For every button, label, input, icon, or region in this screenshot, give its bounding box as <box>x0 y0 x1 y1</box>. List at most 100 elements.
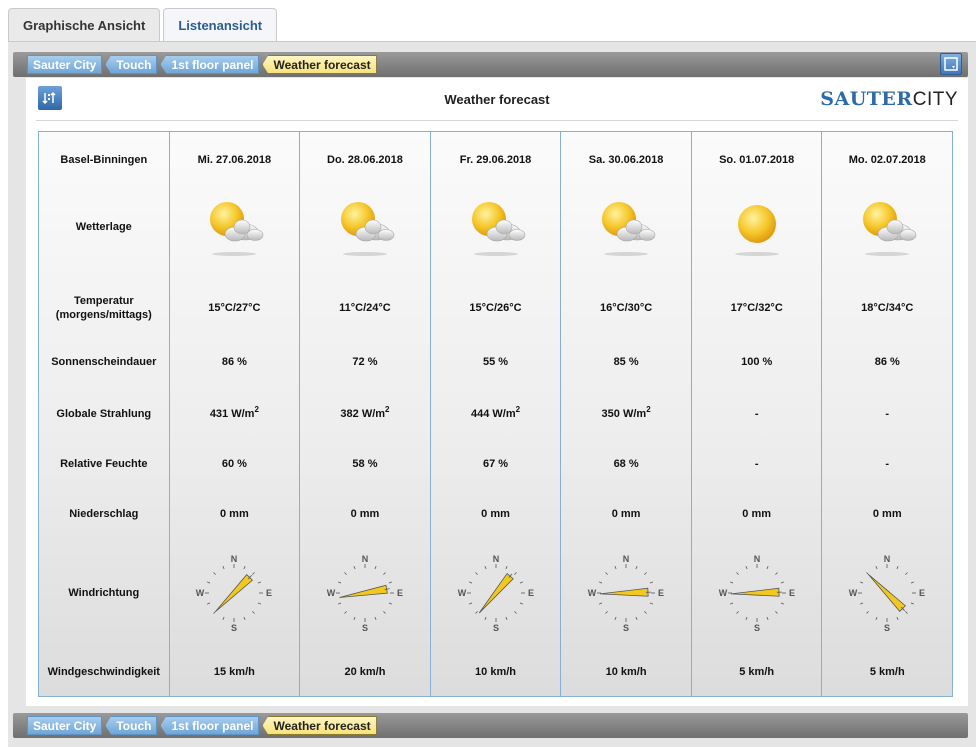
wind-direction-cell: N S W E <box>561 552 691 634</box>
day-date: Mi. 27.06.2018 <box>197 154 272 166</box>
weather-icon-cell <box>170 187 300 267</box>
svg-text:S: S <box>754 623 760 633</box>
weather-icon-cell <box>300 187 430 267</box>
day-column: So. 01.07.2018 17°C/32°C 100 % - - 0 mm N S W E 5 … <box>691 132 823 696</box>
wind-direction-cell: N S W E <box>300 552 430 634</box>
wind-compass-icon: N S W E <box>327 554 403 633</box>
precipitation-value: 0 mm <box>219 508 249 520</box>
sun-icon <box>734 205 779 256</box>
temperature-value: 11°C/24°C <box>339 302 391 314</box>
radiation-number: 350 <box>601 408 620 420</box>
temperature-value: 17°C/32°C <box>730 302 783 314</box>
humidity-value: 58 % <box>352 458 378 470</box>
wind-speed-value: 5 km/h <box>739 666 775 678</box>
sunshine-value: 55 % <box>482 356 509 368</box>
breadcrumb-item-weather-forecast[interactable]: Weather forecast <box>262 716 377 735</box>
day-column: Fr. 29.06.2018 15°C/26°C 55 % 444 W/m 2 67 % 0… <box>430 132 562 696</box>
location-label: Basel-Binningen <box>60 154 148 166</box>
svg-text:W: W <box>718 588 727 598</box>
weather-icon-cell <box>431 187 561 267</box>
day-date: Sa. 30.06.2018 <box>588 154 664 166</box>
day-column: Mi. 27.06.2018 15°C/27°C 86 % 431 W/m 2 60 % 0… <box>169 132 301 696</box>
svg-text:S: S <box>231 623 237 633</box>
precipitation-value: 0 mm <box>872 508 902 520</box>
radiation-value: 382 W/m 2 <box>340 405 390 421</box>
svg-text:W: W <box>588 588 597 598</box>
wind-direction-label: Windrichtung <box>68 587 140 599</box>
svg-text:S: S <box>884 623 890 633</box>
precipitation-label: Niederschlag <box>69 508 139 520</box>
wind-compass-icon: N S W E <box>849 554 925 633</box>
radiation-number: 382 <box>340 408 359 420</box>
breadcrumb-item-1st-floor-panel[interactable]: 1st floor panel <box>160 716 260 735</box>
breadcrumb-item-touch[interactable]: Touch <box>105 55 158 74</box>
weather-icon-cell <box>822 187 952 267</box>
svg-text:W: W <box>457 588 466 598</box>
panel-header: Weather forecast SAUTERCITY <box>26 78 968 120</box>
wind-direction-cell: N S W E <box>692 552 822 634</box>
radiation-value: - <box>822 402 952 426</box>
svg-text:N: N <box>623 554 630 564</box>
sun-cloud-icon <box>602 202 656 256</box>
window-expand-icon <box>944 57 958 71</box>
radiation-number: - <box>754 408 759 420</box>
svg-text:S: S <box>362 623 368 633</box>
sun-cloud-icon <box>340 202 395 256</box>
weather-table: Basel-Binningen Wetterlage Temperatur (m… <box>38 131 953 697</box>
humidity-value: - <box>885 458 890 470</box>
radiation-label: Globale Strahlung <box>56 408 152 420</box>
precipitation-value: 0 mm <box>350 508 380 520</box>
svg-text:W: W <box>327 588 336 598</box>
radiation-value: 444 W/m 2 <box>470 405 521 421</box>
precipitation-value: 0 mm <box>481 508 510 520</box>
wind-speed-value: 15 km/h <box>213 666 255 678</box>
precipitation-value: 0 mm <box>742 508 772 520</box>
tab-listenansicht[interactable]: Listenansicht <box>163 8 278 42</box>
temperature-value: 16°C/30°C <box>599 302 653 314</box>
sunshine-value: 85 % <box>613 356 639 368</box>
wind-compass-icon: N S W E <box>457 554 533 633</box>
radiation-number: 444 <box>470 408 490 420</box>
svg-text:N: N <box>492 554 499 564</box>
label-column: Basel-Binningen Wetterlage Temperatur (m… <box>39 132 170 696</box>
svg-text:W: W <box>849 588 858 598</box>
sun-cloud-icon <box>863 202 917 256</box>
wind-speed-value: 10 km/h <box>605 666 647 678</box>
wind-direction-cell: N S W E <box>170 552 300 634</box>
weather-icon-cell <box>561 187 691 267</box>
wind-compass-icon: N S W E <box>718 554 795 633</box>
weather-icon-cell <box>692 187 822 267</box>
temperature-value: 15°C/27°C <box>208 302 261 314</box>
day-column: Sa. 30.06.2018 16°C/30°C 85 % 350 W/m 2 68 % 0… <box>561 132 692 696</box>
svg-text:E: E <box>789 588 795 598</box>
breadcrumb-item-touch[interactable]: Touch <box>105 716 158 735</box>
sauter-city-logo: SAUTERCITY <box>820 88 958 110</box>
breadcrumb-item-sauter-city[interactable]: Sauter City <box>27 716 103 735</box>
expand-panel-button[interactable] <box>940 53 962 75</box>
wind-speed-value: 10 km/h <box>475 666 516 678</box>
svg-text:N: N <box>231 554 238 564</box>
tab-graphische-ansicht[interactable]: Graphische Ansicht <box>8 8 161 42</box>
wind-speed-value: 5 km/h <box>869 666 905 678</box>
day-column: Mo. 02.07.2018 18°C/34°C 86 % - - 0 mm N S W E 5 k… <box>822 132 953 696</box>
svg-text:E: E <box>919 588 925 598</box>
radiation-value: - <box>692 402 822 426</box>
wind-direction-cell: N S W E <box>822 552 952 634</box>
radiation-unit: W/m <box>492 408 516 420</box>
precipitation-value: 0 mm <box>611 508 641 520</box>
sunshine-value: 100 % <box>741 356 773 368</box>
temperature-label: Temperatur (morgens/mittags) <box>55 295 152 321</box>
view-tabs: Graphische Ansicht Listenansicht <box>8 8 278 42</box>
wind-speed-value: 20 km/h <box>344 666 386 678</box>
radiation-value: 350 W/m 2 <box>601 405 651 421</box>
breadcrumb-item-sauter-city[interactable]: Sauter City <box>27 55 103 74</box>
breadcrumb-item-weather-forecast[interactable]: Weather forecast <box>262 55 377 74</box>
breadcrumb-item-1st-floor-panel[interactable]: 1st floor panel <box>160 55 260 74</box>
wind-speed-label: Windgeschwindigkeit <box>47 666 160 678</box>
humidity-label: Relative Feuchte <box>60 458 148 470</box>
sunshine-label: Sonnenscheindauer <box>51 356 157 368</box>
svg-text:E: E <box>658 588 664 598</box>
header-divider <box>36 120 958 121</box>
day-date: Fr. 29.06.2018 <box>459 154 532 166</box>
radiation-unit: W/m <box>361 408 386 420</box>
